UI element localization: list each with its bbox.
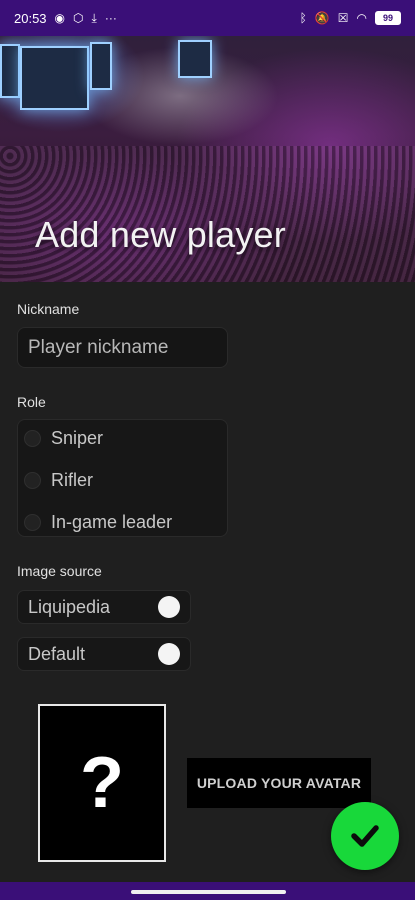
role-option-label: Rifler [51,470,94,490]
switch-label: Default [28,643,86,664]
radio-button-icon[interactable] [24,514,41,531]
battery-level: 99 [382,13,393,23]
role-option-rifler[interactable]: Rifler [24,470,93,491]
battery-icon: 99 [375,11,401,25]
navigation-bar [0,882,415,900]
arena-screen [20,46,89,110]
switch-label: Liquipedia [28,596,111,617]
bluetooth-icon: ᛒ [299,11,307,25]
status-bar: 20:53 ◉ ⬡ ⤓ ··· ᛒ 🔕 ☒ ◠ 99 [0,0,415,36]
role-radio-group: Sniper Rifler In-game leader [17,419,228,537]
more-icon: ··· [104,11,117,25]
nickname-input[interactable]: Player nickname [17,327,228,368]
role-option-label: In-game leader [51,512,173,532]
mute-icon: 🔕 [314,11,330,25]
header-image: Add new player [0,36,415,282]
upload-avatar-button[interactable]: UPLOAD YOUR AVATAR [187,758,371,808]
role-option-sniper[interactable]: Sniper [24,428,103,449]
wifi-icon: ◠ [356,11,367,25]
arena-screen [0,44,20,98]
radio-button-icon[interactable] [24,430,41,447]
arena-screen [90,42,112,90]
status-right: ᛒ 🔕 ☒ ◠ 99 [300,11,401,25]
radio-button-icon[interactable] [24,472,41,489]
avatar-preview: ? [38,704,166,862]
home-handle[interactable] [131,890,286,894]
switch-knob[interactable] [158,596,180,618]
switch-knob[interactable] [158,643,180,665]
role-label: Role [17,394,46,410]
close-box-icon: ☒ [337,11,349,25]
liquipedia-switch[interactable]: Liquipedia [17,590,191,624]
settings-cog-icon: ⬡ [73,11,84,25]
check-icon [351,825,379,847]
role-option-label: Sniper [51,428,104,448]
role-option-igl[interactable]: In-game leader [24,512,172,533]
image-source-label: Image source [17,563,102,579]
nickname-placeholder: Player nickname [28,336,169,358]
page-title: Add new player [35,214,286,255]
nickname-label: Nickname [17,301,80,317]
status-left: 20:53 ◉ ⬡ ⤓ ··· [14,11,117,26]
status-time: 20:53 [14,10,47,26]
default-switch[interactable]: Default [17,637,191,671]
confirm-fab-button[interactable] [331,802,399,870]
messenger-icon: ◉ [54,11,66,25]
upload-avatar-label: UPLOAD YOUR AVATAR [196,775,362,791]
download-icon: ⤓ [91,11,97,25]
arena-screen [178,40,212,78]
question-mark-icon: ? [80,743,124,823]
